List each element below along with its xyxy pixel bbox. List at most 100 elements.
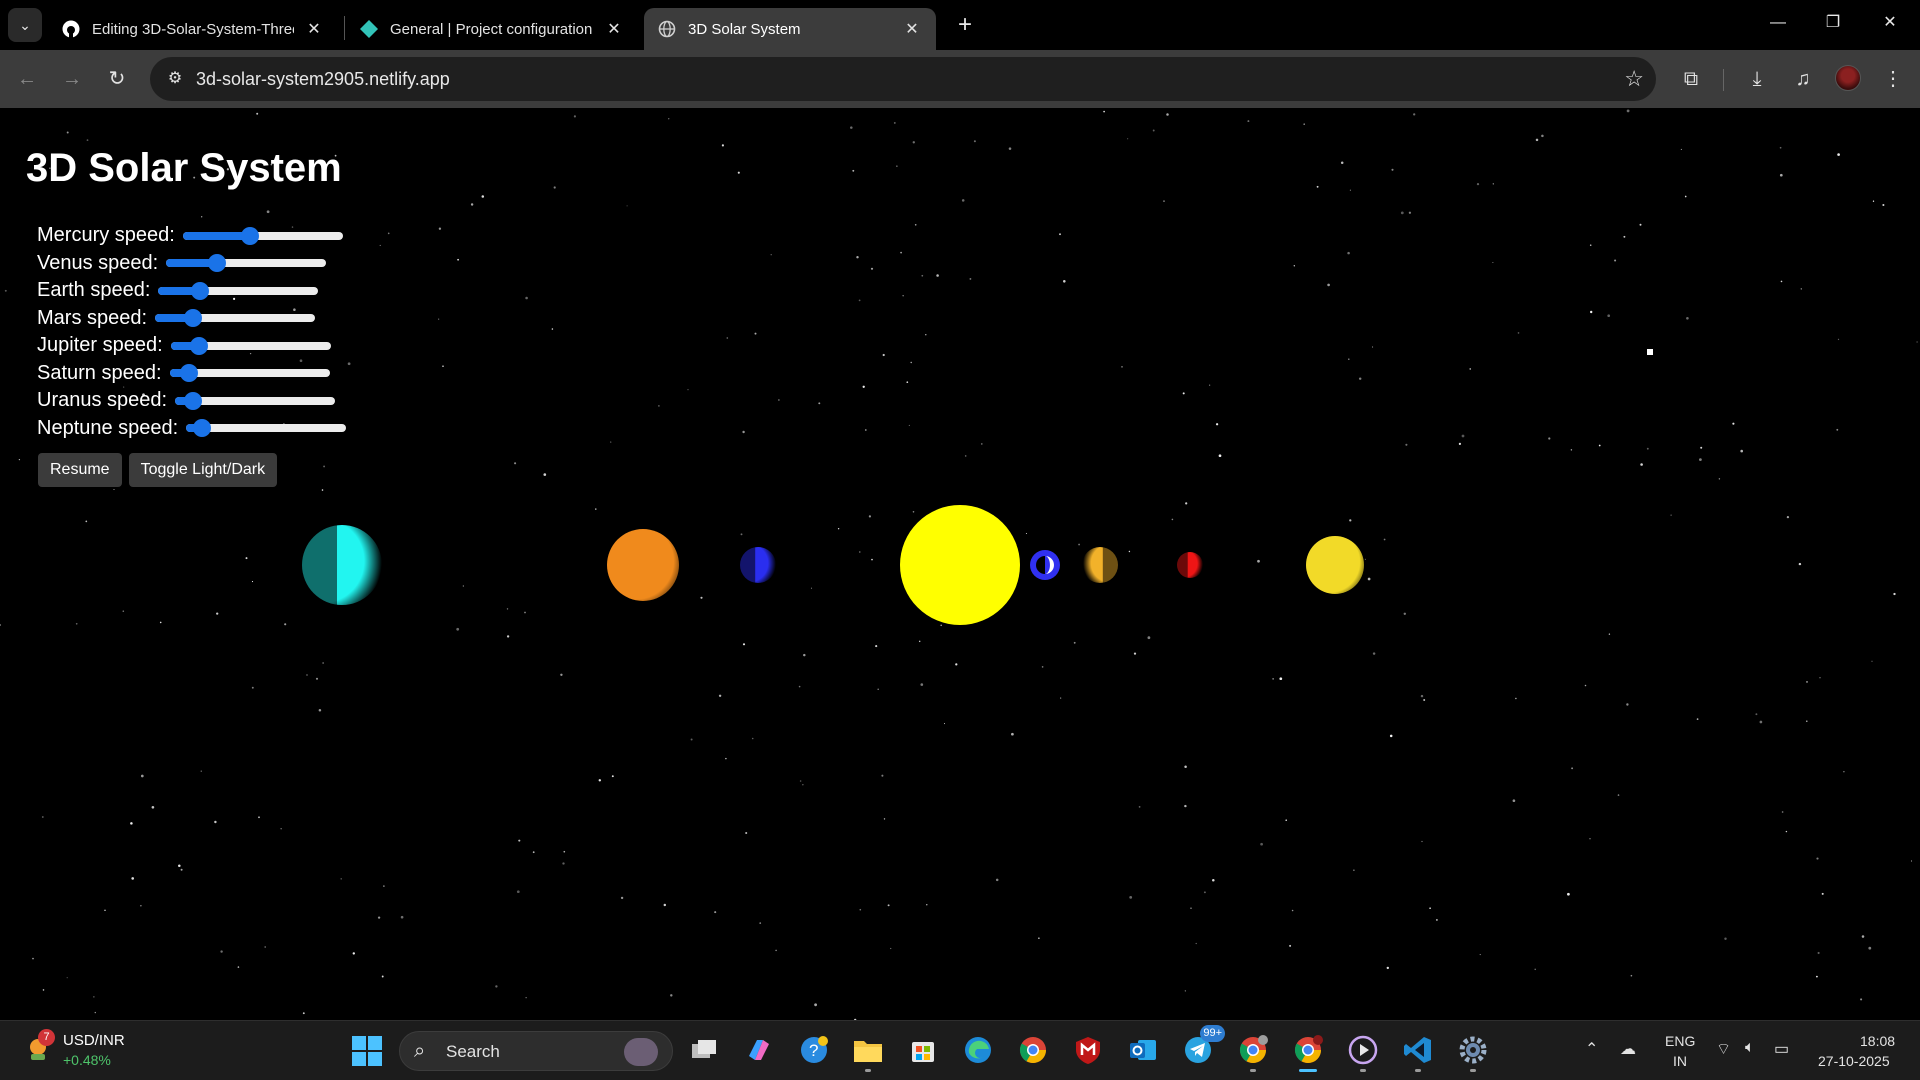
close-window-button[interactable]: ✕ — [1870, 8, 1910, 38]
forward-button[interactable]: → — [55, 62, 89, 96]
copilot-icon — [749, 1040, 769, 1060]
slider-thumb[interactable] — [190, 336, 209, 355]
clock-date[interactable]: 27-10-2025 — [1818, 1053, 1890, 1069]
chevron-down-icon: ⌄ — [19, 16, 31, 33]
venus-body[interactable] — [1082, 546, 1119, 584]
running-indicator — [1360, 1069, 1366, 1072]
windows-taskbar: 7 USD/INR +0.48% ⌕ Search ? 99+ ⌃ ☁ ENG … — [0, 1020, 1920, 1080]
copilot-app[interactable] — [742, 1033, 776, 1067]
back-button[interactable]: ← — [10, 62, 44, 96]
slider-thumb[interactable] — [191, 281, 210, 300]
sun-body[interactable] — [900, 505, 1020, 625]
edge-app[interactable] — [961, 1033, 995, 1067]
start-button[interactable] — [352, 1036, 382, 1066]
windows-logo-pane — [352, 1052, 366, 1066]
solar-system-page: 3D Solar System Mercury speed: Venus spe… — [0, 108, 1920, 1020]
saturn-speed-control: Saturn speed: — [37, 360, 346, 388]
tab-netlify[interactable]: General | Project configuration | ✕ — [346, 8, 638, 50]
settings-app[interactable] — [1456, 1033, 1490, 1072]
telegram-app[interactable]: 99+ — [1181, 1025, 1225, 1067]
close-tab-icon[interactable]: ✕ — [304, 19, 324, 39]
venus-speed-slider[interactable] — [166, 254, 327, 273]
battery-icon[interactable]: ▭ — [1774, 1039, 1789, 1059]
mercury-body[interactable] — [1030, 550, 1060, 580]
address-bar[interactable]: ⚙ 3d-solar-system2905.netlify.app ☆ — [150, 57, 1656, 101]
jupiter-body[interactable] — [607, 529, 679, 601]
taskbar-search[interactable]: ⌕ Search — [399, 1031, 673, 1071]
media-player-app[interactable] — [1346, 1033, 1380, 1072]
mars-terminator — [1176, 551, 1188, 579]
onedrive-icon[interactable]: ☁ — [1620, 1039, 1636, 1059]
neptune-speed-control: Neptune speed: — [37, 415, 347, 443]
slider-thumb[interactable] — [184, 309, 203, 328]
tab-search-button[interactable]: ⌄ — [8, 8, 42, 42]
chrome-profile-app[interactable] — [1236, 1033, 1270, 1072]
media-control-icon[interactable]: ♫ — [1788, 64, 1818, 94]
search-icon: ⌕ — [414, 1040, 426, 1062]
widget-change: +0.48% — [63, 1052, 111, 1068]
restore-button[interactable]: ❐ — [1813, 8, 1853, 38]
slider-thumb[interactable] — [193, 419, 212, 438]
resume-button[interactable]: Resume — [38, 453, 122, 487]
slider-thumb[interactable] — [179, 364, 198, 383]
outlook-app[interactable] — [1126, 1033, 1160, 1067]
chrome-icon — [1019, 1037, 1047, 1064]
restore-icon: ❐ — [1825, 14, 1841, 31]
language-region[interactable]: IN — [1673, 1053, 1687, 1069]
neptune-terminator — [301, 524, 337, 606]
venus-terminator — [1102, 546, 1119, 584]
github-icon — [62, 20, 80, 38]
earth-speed-slider[interactable] — [158, 281, 319, 300]
language-code[interactable]: ENG — [1665, 1033, 1695, 1049]
running-indicator — [865, 1069, 871, 1072]
uranus-body[interactable] — [739, 546, 776, 584]
vscode-app[interactable] — [1401, 1033, 1435, 1072]
extensions-icon[interactable]: ⧉ — [1676, 64, 1706, 94]
slider-thumb[interactable] — [208, 254, 227, 273]
slider-thumb[interactable] — [183, 391, 202, 410]
wifi-icon[interactable]: ⌔ — [1716, 1039, 1731, 1059]
tab-github[interactable]: Editing 3D-Solar-System-Three ✕ — [48, 8, 338, 50]
chrome-app[interactable] — [1016, 1033, 1050, 1067]
toggle-theme-button[interactable]: Toggle Light/Dark — [128, 453, 278, 487]
site-info-icon[interactable]: ⚙ — [160, 64, 190, 94]
minimize-icon: — — [1770, 14, 1786, 31]
mcafee-app[interactable] — [1071, 1033, 1105, 1067]
volume-icon[interactable]: 🔈︎ — [1745, 1039, 1755, 1057]
microsoft-store-app[interactable] — [906, 1033, 940, 1067]
neptune-speed-slider[interactable] — [186, 419, 347, 438]
saturn-body[interactable] — [1306, 536, 1364, 594]
tab-solar-system[interactable]: 3D Solar System ✕ — [644, 8, 936, 50]
close-tab-icon[interactable]: ✕ — [604, 19, 624, 39]
chevron-up-icon[interactable]: ⌃ — [1585, 1039, 1598, 1059]
minimize-button[interactable]: — — [1758, 8, 1798, 38]
neptune-body[interactable] — [301, 524, 382, 606]
widget-badge: 7 — [38, 1029, 55, 1046]
file-explorer-app[interactable] — [851, 1033, 885, 1072]
saturn-speed-slider[interactable] — [169, 364, 330, 383]
mercury-speed-slider[interactable] — [182, 226, 343, 245]
jupiter-speed-slider[interactable] — [170, 336, 331, 355]
bookmark-star-icon[interactable]: ☆ — [1624, 65, 1644, 93]
menu-kebab-icon[interactable]: ⋮ — [1878, 64, 1908, 94]
get-help-app[interactable]: ? — [797, 1033, 831, 1067]
profile-avatar[interactable] — [1835, 65, 1861, 91]
clock-time[interactable]: 18:08 — [1860, 1033, 1895, 1049]
task-view-button[interactable] — [687, 1033, 721, 1067]
chrome-active-app[interactable] — [1291, 1033, 1325, 1072]
jupiter-speed-control: Jupiter speed: — [37, 332, 346, 360]
slider-thumb[interactable] — [241, 226, 260, 245]
reload-button[interactable]: ↻ — [100, 62, 134, 96]
close-tab-icon[interactable]: ✕ — [902, 19, 922, 39]
search-placeholder: Search — [446, 1042, 500, 1061]
vscode-icon — [1404, 1037, 1431, 1063]
mars-body[interactable] — [1176, 551, 1203, 579]
running-indicator — [1470, 1069, 1476, 1072]
svg-text:?: ? — [809, 1041, 818, 1060]
download-icon[interactable]: ⤓ — [1742, 64, 1772, 94]
url-text[interactable]: 3d-solar-system2905.netlify.app — [196, 69, 450, 90]
uranus-speed-label: Uranus speed: — [37, 389, 168, 412]
uranus-speed-slider[interactable] — [175, 391, 336, 410]
new-tab-button[interactable]: + — [950, 11, 980, 41]
mars-speed-slider[interactable] — [155, 309, 316, 328]
